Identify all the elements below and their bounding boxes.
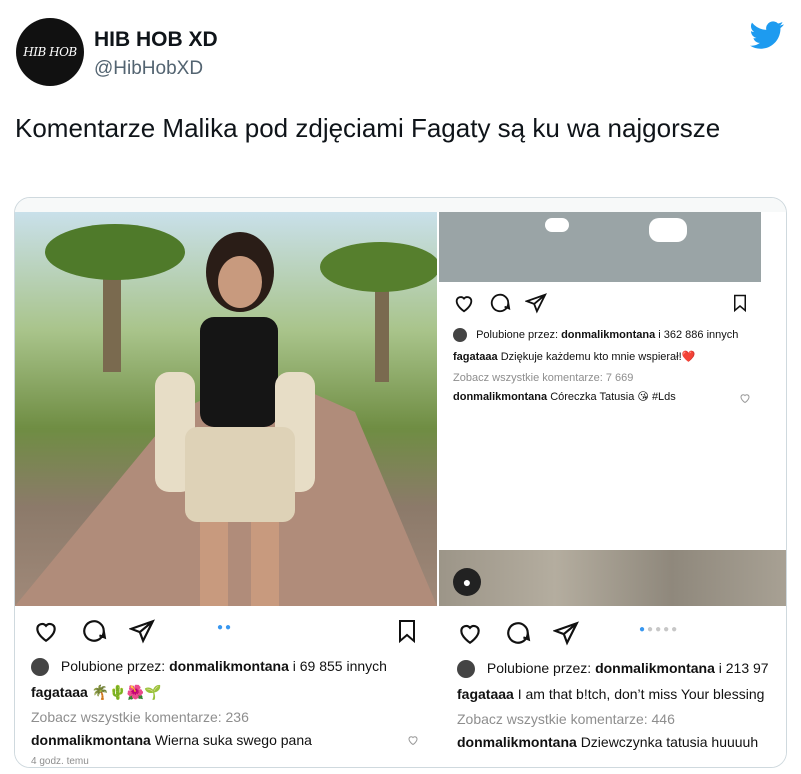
heart-icon[interactable] — [453, 292, 475, 314]
comment-text: Dziewczynka tatusia huuuuh — [580, 734, 759, 750]
comment-like-icon[interactable] — [407, 734, 419, 746]
carousel-dots: ●●●●● — [639, 624, 680, 635]
right-post-panel: Polubione przez: donmalikmontana i 362 8… — [439, 282, 786, 550]
left-post-timestamp: 4 godz. temu — [31, 756, 89, 767]
right-bottom-post-comment: donmalikmontana Dziewczynka tatusia huuu… — [457, 734, 758, 750]
heart-icon[interactable] — [457, 620, 483, 646]
likes-user[interactable]: donmalikmontana — [169, 658, 289, 674]
twitter-bird-icon — [750, 21, 784, 49]
likes-user[interactable]: donmalikmontana — [595, 660, 715, 676]
caption-user[interactable]: fagataaa — [31, 684, 88, 700]
comment-user[interactable]: donmalikmontana — [31, 732, 151, 748]
left-post-view-comments[interactable]: Zobacz wszystkie komentarze: 236 — [31, 709, 249, 725]
likes-rest[interactable]: i 69 855 innych — [293, 658, 387, 674]
share-icon[interactable] — [553, 620, 579, 646]
photo-scene — [15, 224, 437, 606]
tweet-header: HIB HOB HIB HOB XD @HibHobXD — [16, 16, 786, 96]
comment-text: Wierna suka swego pana — [154, 732, 312, 748]
left-post-actions — [33, 618, 155, 648]
likes-prefix: Polubione przez: — [486, 660, 592, 676]
caption-text: 🌴🌵🌺🌱 — [91, 684, 162, 700]
likes-rest[interactable]: i 362 886 innych — [658, 329, 738, 341]
liker-avatar — [31, 658, 49, 677]
right-bottom-post-caption: fagataaa I am that b!tch, don’t miss You… — [457, 686, 764, 702]
right-post-likes: Polubione przez: donmalikmontana i 362 8… — [453, 328, 738, 342]
comment-like-icon[interactable] — [739, 392, 751, 404]
author-handle[interactable]: @HibHobXD — [94, 58, 203, 80]
comment-text: Córeczka Tatusia 😘 #Lds — [550, 391, 676, 403]
share-icon[interactable] — [525, 292, 547, 314]
likes-rest[interactable]: i 213 97 — [719, 660, 769, 676]
liker-avatar — [457, 660, 475, 679]
liker-avatar — [453, 328, 467, 342]
left-post-comment: donmalikmontana Wierna suka swego pana — [31, 732, 312, 748]
instagram-photo-right-bottom[interactable]: ● — [439, 550, 786, 610]
likes-prefix: Polubione przez: — [476, 328, 559, 341]
comment-icon[interactable] — [81, 618, 107, 644]
heart-icon[interactable] — [33, 618, 59, 644]
comment-user[interactable]: donmalikmontana — [457, 734, 577, 750]
right-bottom-post-likes: Polubione przez: donmalikmontana i 213 9… — [457, 660, 769, 679]
left-post-caption: fagataaa 🌴🌵🌺🌱 — [31, 684, 161, 701]
media-top-strip — [15, 198, 786, 212]
right-post-caption: fagataaa Dziękuje każdemu kto mnie wspie… — [453, 350, 695, 363]
right-post-view-comments[interactable]: Zobacz wszystkie komentarze: 7 669 — [453, 372, 633, 384]
right-bottom-post-actions — [457, 620, 579, 650]
avatar[interactable]: HIB HOB — [16, 18, 84, 86]
left-post-panel: ●● Polubione przez: donmalikmontana i 69… — [15, 606, 439, 767]
bookmark-icon[interactable] — [731, 292, 749, 314]
likes-prefix: Polubione przez: — [60, 658, 166, 674]
likes-user[interactable]: donmalikmontana — [561, 329, 655, 341]
left-post-likes: Polubione przez: donmalikmontana i 69 85… — [31, 658, 387, 677]
tweet-media[interactable]: Polubione przez: donmalikmontana i 362 8… — [14, 197, 787, 768]
author-name[interactable]: HIB HOB XD — [94, 28, 218, 52]
right-bottom-post-view-comments[interactable]: Zobacz wszystkie komentarze: 446 — [457, 711, 675, 727]
right-bottom-post-panel: ●●●●● Polubione przez: donmalikmontana i… — [439, 606, 786, 767]
carousel-dots: ●● — [217, 622, 234, 633]
caption-text: Dziękuje każdemu kto mnie wspierał!❤️ — [500, 351, 696, 363]
comment-icon[interactable] — [505, 620, 531, 646]
shoe-left — [545, 218, 569, 232]
comment-icon[interactable] — [489, 292, 511, 314]
caption-text: I am that b!tch, don’t miss Your blessin… — [517, 686, 765, 702]
instagram-photo-left[interactable] — [15, 212, 437, 606]
right-post-actions — [453, 292, 547, 322]
user-tag-icon[interactable]: ● — [453, 568, 481, 596]
right-post-comment: donmalikmontana Córeczka Tatusia 😘 #Lds — [453, 390, 676, 403]
bookmark-icon[interactable] — [395, 618, 419, 644]
comment-user[interactable]: donmalikmontana — [453, 391, 547, 403]
share-icon[interactable] — [129, 618, 155, 644]
caption-user[interactable]: fagataaa — [457, 686, 514, 702]
caption-user[interactable]: fagataaa — [453, 351, 498, 363]
tweet-text: Komentarze Malika pod zdjęciami Fagaty s… — [15, 113, 721, 143]
instagram-photo-right-top[interactable] — [439, 212, 761, 282]
shoe-right — [649, 218, 687, 242]
